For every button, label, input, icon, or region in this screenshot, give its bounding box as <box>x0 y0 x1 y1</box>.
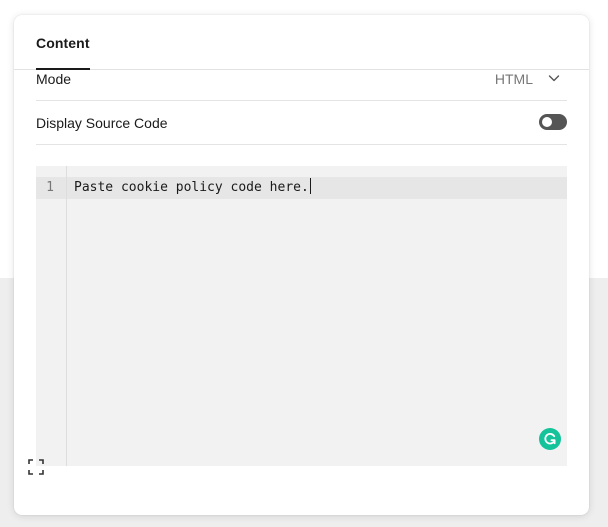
grammarly-icon[interactable] <box>539 428 561 450</box>
code-line[interactable]: Paste cookie policy code here. <box>74 177 311 199</box>
chevron-down-icon[interactable] <box>547 71 561 85</box>
code-line-text: Paste cookie policy code here. <box>74 180 309 195</box>
mode-row[interactable]: Mode HTML <box>36 69 567 101</box>
mode-label: Mode <box>36 71 72 87</box>
tab-bar: Content <box>14 15 589 70</box>
content-panel: Content Mode HTML Display Source Code 1 … <box>14 15 589 515</box>
toggle-knob <box>542 117 552 127</box>
display-source-code-label: Display Source Code <box>36 115 168 131</box>
code-editor[interactable]: 1 Paste cookie policy code here. <box>36 166 567 466</box>
mode-select-value[interactable]: HTML <box>495 71 533 87</box>
expand-icon[interactable] <box>27 458 45 476</box>
line-number: 1 <box>46 180 54 195</box>
line-number-gutter <box>36 166 67 466</box>
display-source-code-row: Display Source Code <box>36 101 567 145</box>
display-source-code-toggle[interactable] <box>539 114 567 130</box>
tab-content[interactable]: Content <box>36 35 90 51</box>
text-caret <box>309 178 311 194</box>
